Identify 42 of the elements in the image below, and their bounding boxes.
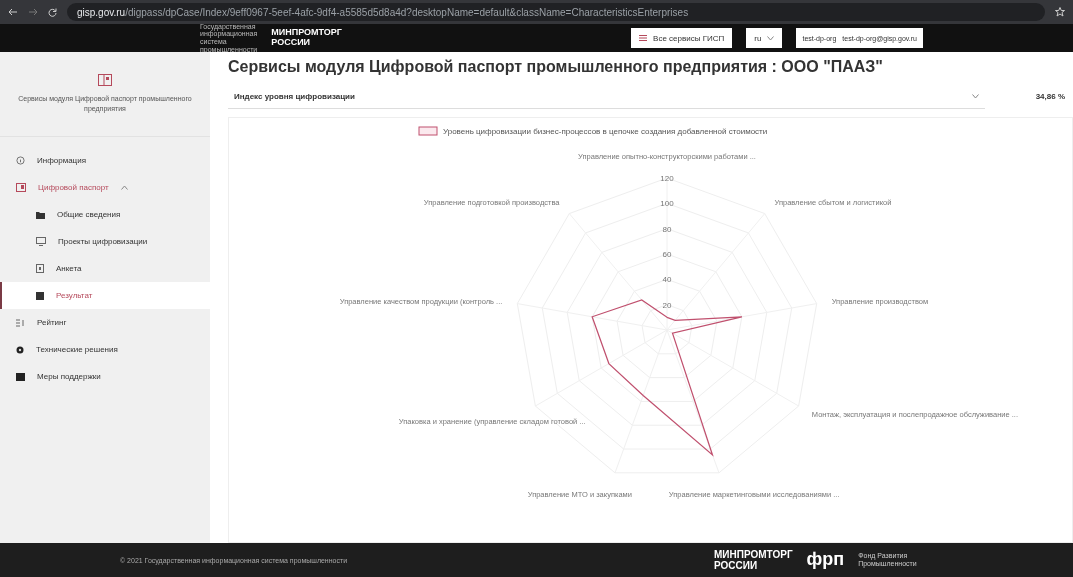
gear-icon <box>16 345 24 354</box>
folder-icon <box>36 210 45 219</box>
legend-label: Уровень цифровизации бизнес-процессов в цепочке создания добавленной стоимости <box>443 127 768 136</box>
star-icon[interactable] <box>1055 7 1065 17</box>
sidebar-item[interactable]: Технические решения <box>0 336 210 363</box>
language-select[interactable]: ru <box>746 28 783 48</box>
sidebar-item[interactable]: Рейтинг <box>0 309 210 336</box>
sidebar-item[interactable]: Проекты цифровизации <box>0 228 210 255</box>
frp-logo[interactable]: фрп <box>806 549 845 571</box>
chevron-icon <box>767 35 775 41</box>
monitor-icon <box>36 237 46 246</box>
reload-icon[interactable] <box>48 7 57 17</box>
sidebar-item[interactable]: Общие сведения <box>0 201 210 228</box>
tick-label: 80 <box>662 224 672 234</box>
page-title: Сервисы модуля Цифровой паспорт промышленного предприятия : ООО "ПААЗ" <box>228 58 884 76</box>
sidebar-item[interactable]: Результат <box>0 282 210 309</box>
ministry-logo[interactable]: МИНПРОМТОРГ РОССИИ <box>271 28 342 48</box>
address-bar[interactable]: gisp.gov.ru/digpass/dpCase/Index/9eff0967-5eef-4afc-9df4-a5585d5d8a4d?desktopName=default&className=CharacteristicsEnterprises <box>67 3 1045 21</box>
ministry-logo[interactable]: МИНПРОМТОРГ РОССИИ <box>714 549 793 571</box>
form-icon <box>36 264 44 273</box>
back-icon[interactable] <box>8 8 18 16</box>
chevron-icon <box>120 185 128 190</box>
legend-swatch[interactable] <box>418 126 438 136</box>
index-select[interactable]: Индекс уровня цифровизации <box>228 84 985 109</box>
sidebar-item[interactable]: Цифровой паспорт <box>0 174 210 201</box>
menu-icon <box>639 35 648 41</box>
sidebar-item[interactable]: Меры поддержки <box>0 363 210 390</box>
info-icon <box>16 156 25 165</box>
tick-label: 40 <box>662 275 672 285</box>
chevron-icon <box>972 93 979 99</box>
tick-label: 100 <box>660 199 674 209</box>
passport-icon <box>16 183 26 192</box>
ranking-icon <box>16 318 25 327</box>
tick-label: 120 <box>660 174 674 183</box>
sidebar-item[interactable]: Анкета <box>0 255 210 282</box>
tick-label: 60 <box>662 250 672 259</box>
tick-label: 20 <box>662 300 672 310</box>
sidebar-item[interactable]: Информация <box>0 147 210 174</box>
forward-icon[interactable] <box>28 8 38 16</box>
services-button[interactable]: Все сервисы ГИСП <box>631 28 733 48</box>
index-value: 34,86 % <box>1034 92 1065 101</box>
module-icon <box>98 74 112 87</box>
